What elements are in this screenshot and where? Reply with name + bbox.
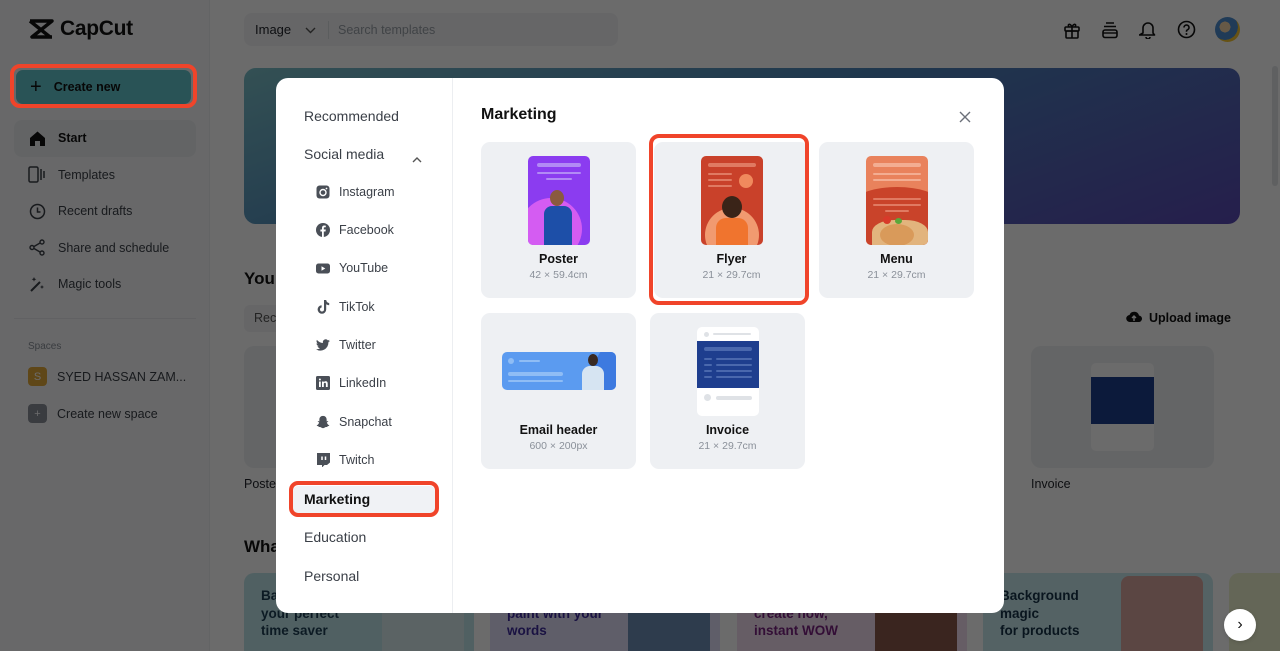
linkedin-icon [316,376,330,390]
carousel-next-button[interactable]: › [1224,609,1256,641]
template-size: 21 × 29.7cm [698,440,757,452]
template-card-poster[interactable]: Poster 42 × 59.4cm [481,142,636,298]
category-label: LinkedIn [339,376,387,390]
twitter-icon [316,338,330,352]
template-name: Menu [880,252,913,266]
template-name: Email header [519,423,598,437]
category-education[interactable]: Education [304,529,366,545]
modal-title: Marketing [481,106,557,123]
category-label: TikTok [339,300,375,314]
template-card-invoice[interactable]: Invoice 21 × 29.7cm [650,313,805,469]
highlight-create-new [10,64,197,108]
category-facebook[interactable]: Facebook [316,223,394,237]
category-tiktok[interactable]: TikTok [316,300,375,314]
facebook-icon [316,223,330,237]
email-header-thumbnail [502,352,616,390]
category-social-media[interactable]: Social media [304,146,384,162]
template-card-menu[interactable]: Menu 21 × 29.7cm [819,142,974,298]
modal-category-nav: Recommended Social media Instagram Faceb… [276,78,453,613]
template-size: 21 × 29.7cm [867,269,926,281]
chevron-up-icon[interactable] [412,150,422,168]
category-label: Facebook [339,223,394,237]
template-name: Invoice [705,423,750,437]
category-label: YouTube [339,261,389,275]
category-label: Instagram [339,185,395,199]
highlight-flyer [649,134,809,305]
template-size: 600 × 200px [529,440,588,452]
create-new-modal: Recommended Social media Instagram Faceb… [276,78,1004,613]
highlight-marketing [289,481,439,517]
category-youtube[interactable]: YouTube [316,261,388,275]
instagram-icon [316,185,330,199]
close-icon [959,111,971,123]
category-twitch[interactable]: Twitch [316,453,374,467]
category-label: Twitter [339,338,376,352]
category-instagram[interactable]: Instagram [316,185,395,199]
category-recommended[interactable]: Recommended [304,108,399,124]
category-personal[interactable]: Personal [304,568,359,584]
category-label: Snapchat [339,415,392,429]
invoice-thumbnail [697,327,759,416]
template-card-email-header[interactable]: Email header 600 × 200px [481,313,636,469]
poster-thumbnail [528,156,590,245]
youtube-icon [316,261,330,275]
snapchat-icon [316,415,330,429]
twitch-icon [316,453,330,467]
category-snapchat[interactable]: Snapchat [316,415,392,429]
template-size: 42 × 59.4cm [529,269,588,281]
menu-thumbnail [866,156,928,245]
category-linkedin[interactable]: LinkedIn [316,376,386,390]
tiktok-icon [316,300,330,314]
category-label: Twitch [339,453,375,467]
close-button[interactable] [956,108,974,126]
category-twitter[interactable]: Twitter [316,338,376,352]
template-name: Poster [539,252,578,266]
